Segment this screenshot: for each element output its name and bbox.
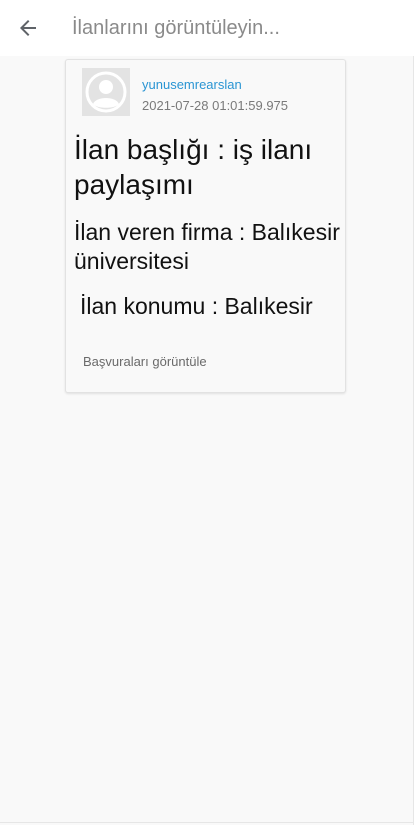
- user-avatar: [82, 68, 130, 116]
- arrow-left-icon: [20, 20, 36, 36]
- post-username[interactable]: yunusemrearslan: [142, 77, 242, 92]
- app-bar: İlanlarını görüntüleyin...: [0, 0, 414, 56]
- job-post-card: yunusemrearslan 2021-07-28 01:01:59.975 …: [65, 59, 346, 393]
- job-title: İlan başlığı : iş ilanı paylaşımı: [74, 134, 313, 200]
- back-button[interactable]: [0, 0, 56, 56]
- bottom-divider: [0, 822, 414, 823]
- job-location: İlan konumu : Balıkesir: [80, 293, 313, 319]
- job-company: İlan veren firma : Balıkesir üniversites…: [74, 219, 340, 274]
- app-screen: İlanlarını görüntüleyin... yunusemrearsl…: [0, 0, 414, 825]
- view-applications-button[interactable]: Başvuraları görüntüle: [83, 354, 207, 369]
- default-user-avatar-icon: [85, 71, 127, 113]
- page-title: İlanlarını görüntüleyin...: [72, 16, 280, 39]
- post-timestamp: 2021-07-28 01:01:59.975: [142, 98, 289, 113]
